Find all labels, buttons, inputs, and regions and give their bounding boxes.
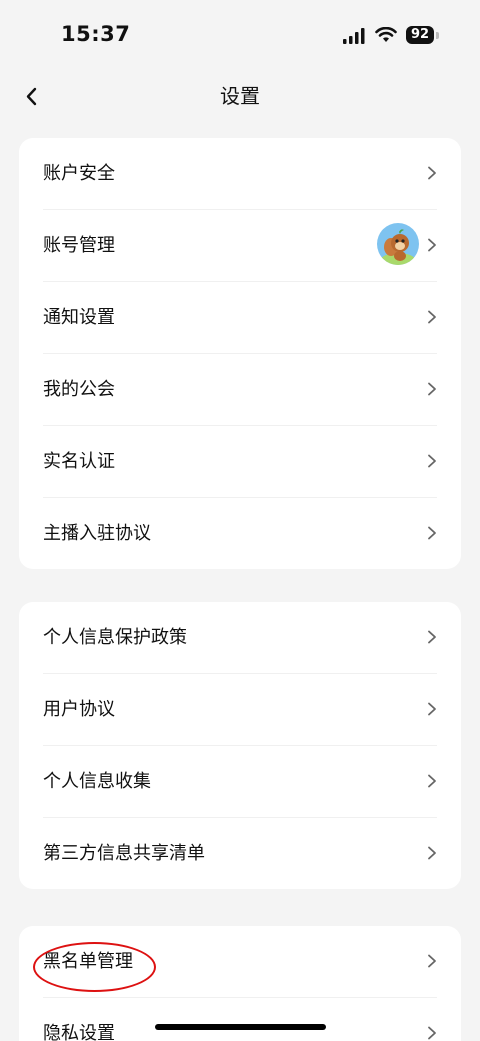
- settings-item-third-party-sharing-list[interactable]: 第三方信息共享清单: [43, 818, 437, 889]
- chevron-right-icon: [428, 454, 436, 468]
- chevron-right-icon: [428, 382, 436, 396]
- settings-item-label: 第三方信息共享清单: [43, 843, 205, 864]
- settings-item-user-agreement[interactable]: 用户协议: [43, 674, 437, 746]
- settings-item-label: 隐私设置: [43, 1023, 115, 1041]
- settings-item-my-guild[interactable]: 我的公会: [43, 354, 437, 426]
- navigation-bar: 设置: [0, 70, 480, 120]
- chevron-right-icon: [428, 954, 436, 968]
- settings-item-label: 主播入驻协议: [43, 523, 151, 544]
- wifi-icon: [375, 27, 397, 42]
- chevron-right-icon: [428, 1026, 436, 1040]
- home-indicator[interactable]: [155, 1024, 326, 1030]
- chevron-right-icon: [428, 846, 436, 860]
- chevron-right-icon: [428, 630, 436, 644]
- settings-item-label: 用户协议: [43, 699, 115, 720]
- settings-item-label: 个人信息保护政策: [43, 627, 187, 648]
- battery-indicator: 92: [406, 26, 434, 44]
- chevron-right-icon: [428, 526, 436, 540]
- chevron-right-icon: [428, 702, 436, 716]
- settings-item-label: 我的公会: [43, 379, 115, 400]
- page-title: 设置: [220, 84, 260, 108]
- status-time: 15:37: [61, 22, 131, 46]
- avatar: [377, 223, 419, 265]
- chevron-right-icon: [428, 310, 436, 324]
- chevron-right-icon: [428, 238, 436, 252]
- settings-item-privacy-policy[interactable]: 个人信息保护政策: [43, 602, 437, 674]
- settings-item-label: 通知设置: [43, 307, 115, 328]
- settings-item-label: 账户安全: [43, 163, 115, 184]
- chevron-right-icon: [428, 774, 436, 788]
- settings-item-personal-info-collection[interactable]: 个人信息收集: [43, 746, 437, 818]
- settings-group-account: 账户安全 账号管理 通知设置 我的公会 实名认证 主播入驻协议: [19, 138, 461, 569]
- highlight-annotation: [33, 942, 156, 992]
- settings-item-notifications[interactable]: 通知设置: [43, 282, 437, 354]
- cellular-signal-icon: [343, 28, 365, 44]
- settings-group-legal: 个人信息保护政策 用户协议 个人信息收集 第三方信息共享清单: [19, 602, 461, 889]
- settings-item-real-name-verification[interactable]: 实名认证: [43, 426, 437, 498]
- settings-item-label: 实名认证: [43, 451, 115, 472]
- settings-item-label: 账号管理: [43, 235, 115, 256]
- settings-item-account-security[interactable]: 账户安全: [43, 138, 437, 210]
- settings-item-label: 个人信息收集: [43, 771, 151, 792]
- status-bar: 15:37 92: [0, 0, 480, 70]
- settings-item-privacy-settings[interactable]: 隐私设置: [43, 998, 437, 1041]
- settings-item-streamer-agreement[interactable]: 主播入驻协议: [43, 498, 437, 569]
- battery-tip: [436, 32, 439, 39]
- settings-item-account-management[interactable]: 账号管理: [43, 210, 437, 282]
- chevron-right-icon: [428, 166, 436, 180]
